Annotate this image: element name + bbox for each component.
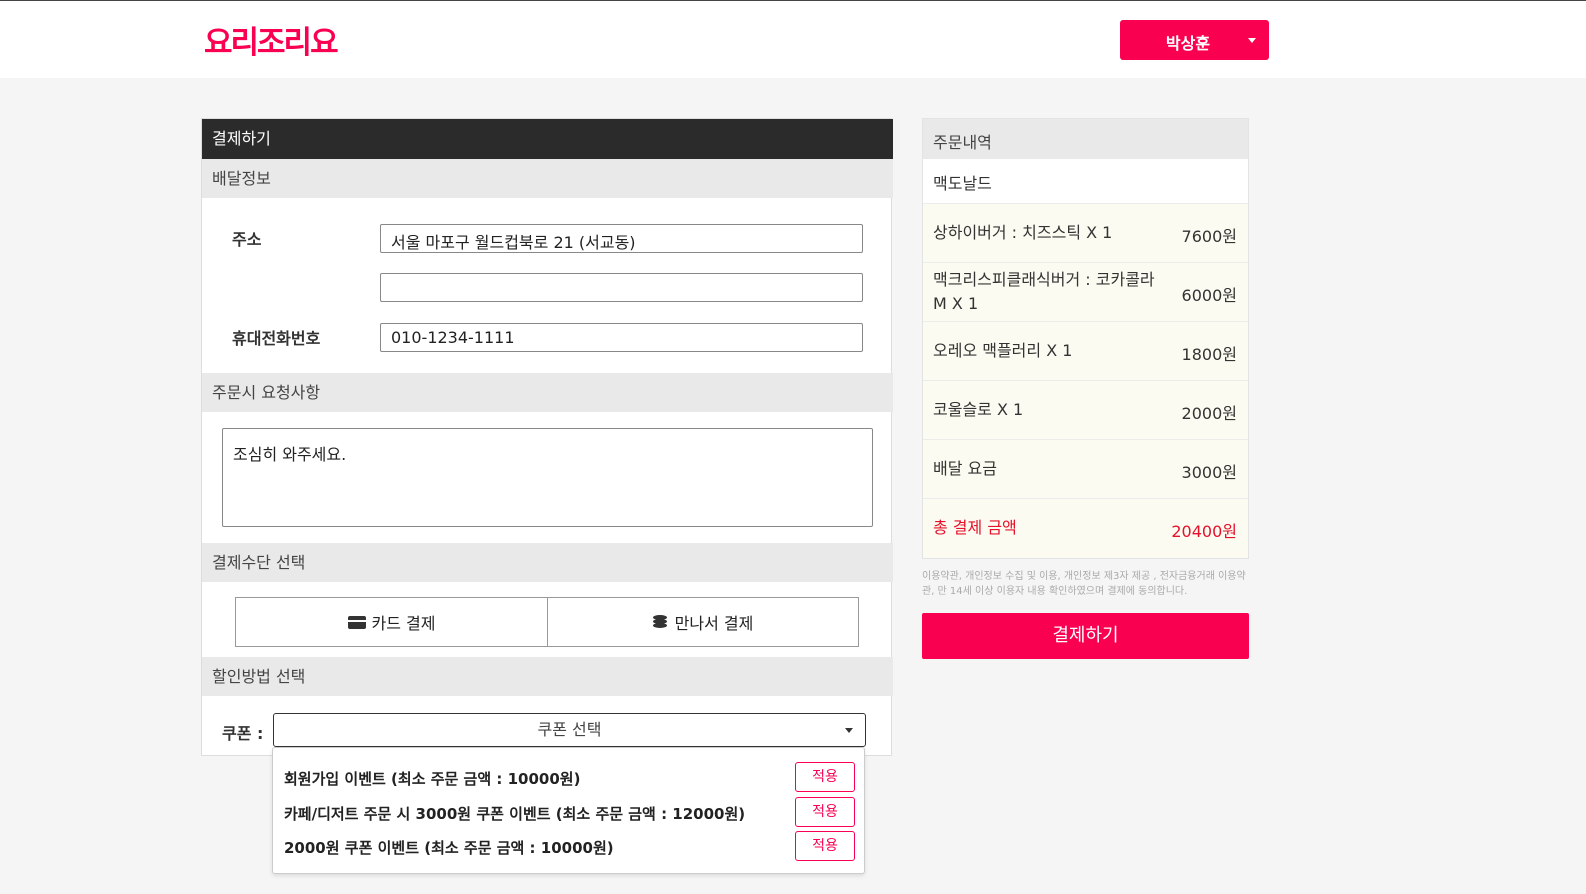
order-item-name: 상하이버거 : 치즈스틱 X 1	[933, 223, 1113, 242]
total-label: 총 결제 금액	[933, 518, 1017, 537]
order-item-price: 2000원	[1181, 404, 1237, 423]
cash-payment-label: 만나서 결제	[674, 614, 754, 633]
request-section-title: 주문시 요청사항	[202, 373, 893, 412]
order-item-name: 코울슬로 X 1	[933, 400, 1024, 419]
address-input[interactable]: 서울 마포구 월드컵북로 21 (서교동)	[380, 224, 863, 253]
store-name: 맥도날드	[923, 159, 1248, 203]
coupon-select[interactable]: 쿠폰 선택	[273, 713, 866, 747]
coupon-apply-button[interactable]: 적용	[795, 797, 855, 827]
delivery-section-title: 배달정보	[202, 159, 893, 198]
order-item-row: 상하이버거 : 치즈스틱 X 1 7600원	[923, 203, 1248, 262]
credit-card-icon	[347, 615, 366, 629]
coupon-apply-button[interactable]: 적용	[795, 762, 855, 792]
caret-down-icon	[1248, 38, 1256, 43]
card-payment-label: 카드 결제	[371, 614, 436, 633]
address-label: 주소	[232, 230, 262, 249]
order-item-row: 맥크리스피클래식버거 : 코카콜라 M X 1 6000원	[923, 262, 1248, 321]
terms-notice: 이용약관, 개인정보 수집 및 이용, 개인정보 제3자 제공 , 전자금융거래…	[922, 571, 1246, 597]
order-item-name: 맥크리스피클래식버거 : 코카콜라 M X 1	[933, 270, 1155, 313]
checkout-title: 결제하기	[202, 119, 893, 159]
phone-input[interactable]: 010-1234-1111	[380, 323, 863, 352]
order-summary-panel: 주문내역 맥도날드 상하이버거 : 치즈스틱 X 1 7600원 맥크리스피클래…	[922, 118, 1249, 559]
user-menu-button[interactable]: 박상훈	[1120, 20, 1269, 60]
card-payment-button[interactable]: 카드 결제	[235, 597, 548, 647]
coupon-option-text: 회원가입 이벤트 (최소 주문 금액 : 10000원)	[284, 770, 581, 788]
delivery-fee-value: 3000원	[1181, 463, 1237, 482]
cash-payment-button[interactable]: 만나서 결제	[547, 597, 859, 647]
chevron-down-icon	[845, 728, 853, 733]
coupon-option[interactable]: 2000원 쿠폰 이벤트 (최소 주문 금액 : 10000원) 적용	[273, 829, 864, 863]
coupon-apply-button[interactable]: 적용	[795, 831, 855, 861]
coupon-option-text: 카페/디저트 주문 시 3000원 쿠폰 이벤트 (최소 주문 금액 : 120…	[284, 805, 746, 823]
phone-label: 휴대전화번호	[232, 329, 321, 348]
checkout-panel: 결제하기 배달정보 주소 서울 마포구 월드컵북로 21 (서교동) 휴대전화번…	[201, 118, 893, 756]
payment-section-title: 결제수단 선택	[202, 543, 893, 582]
order-item-row: 코울슬로 X 1 2000원	[923, 380, 1248, 439]
coins-icon	[652, 615, 669, 629]
coupon-label: 쿠폰 :	[222, 724, 264, 743]
total-value: 20400원	[1171, 522, 1237, 541]
order-item-row: 오레오 맥플러리 X 1 1800원	[923, 321, 1248, 380]
delivery-fee-row: 배달 요금 3000원	[923, 439, 1248, 498]
user-name: 박상훈	[1165, 34, 1211, 53]
site-header: 요리조리요 박상훈	[0, 1, 1586, 78]
request-textarea[interactable]: 조심히 와주세요.	[222, 428, 873, 527]
order-item-price: 6000원	[1181, 286, 1237, 305]
order-item-price: 7600원	[1181, 227, 1237, 246]
coupon-option-text: 2000원 쿠폰 이벤트 (최소 주문 금액 : 10000원)	[284, 839, 614, 857]
address-detail-input[interactable]	[380, 273, 863, 302]
delivery-fee-label: 배달 요금	[933, 459, 997, 478]
discount-section-title: 할인방법 선택	[202, 657, 893, 696]
total-row: 총 결제 금액 20400원	[923, 498, 1248, 558]
order-summary-title: 주문내역	[923, 119, 1248, 159]
coupon-option[interactable]: 회원가입 이벤트 (최소 주문 금액 : 10000원) 적용	[273, 760, 864, 794]
coupon-option[interactable]: 카페/디저트 주문 시 3000원 쿠폰 이벤트 (최소 주문 금액 : 120…	[273, 795, 864, 829]
checkout-button[interactable]: 결제하기	[922, 613, 1249, 659]
order-item-name: 오레오 맥플러리 X 1	[933, 341, 1073, 360]
coupon-select-value: 쿠폰 선택	[537, 720, 602, 739]
logo[interactable]: 요리조리요	[204, 17, 339, 62]
coupon-dropdown: 회원가입 이벤트 (최소 주문 금액 : 10000원) 적용 카페/디저트 주…	[272, 747, 865, 874]
order-item-price: 1800원	[1181, 345, 1237, 364]
